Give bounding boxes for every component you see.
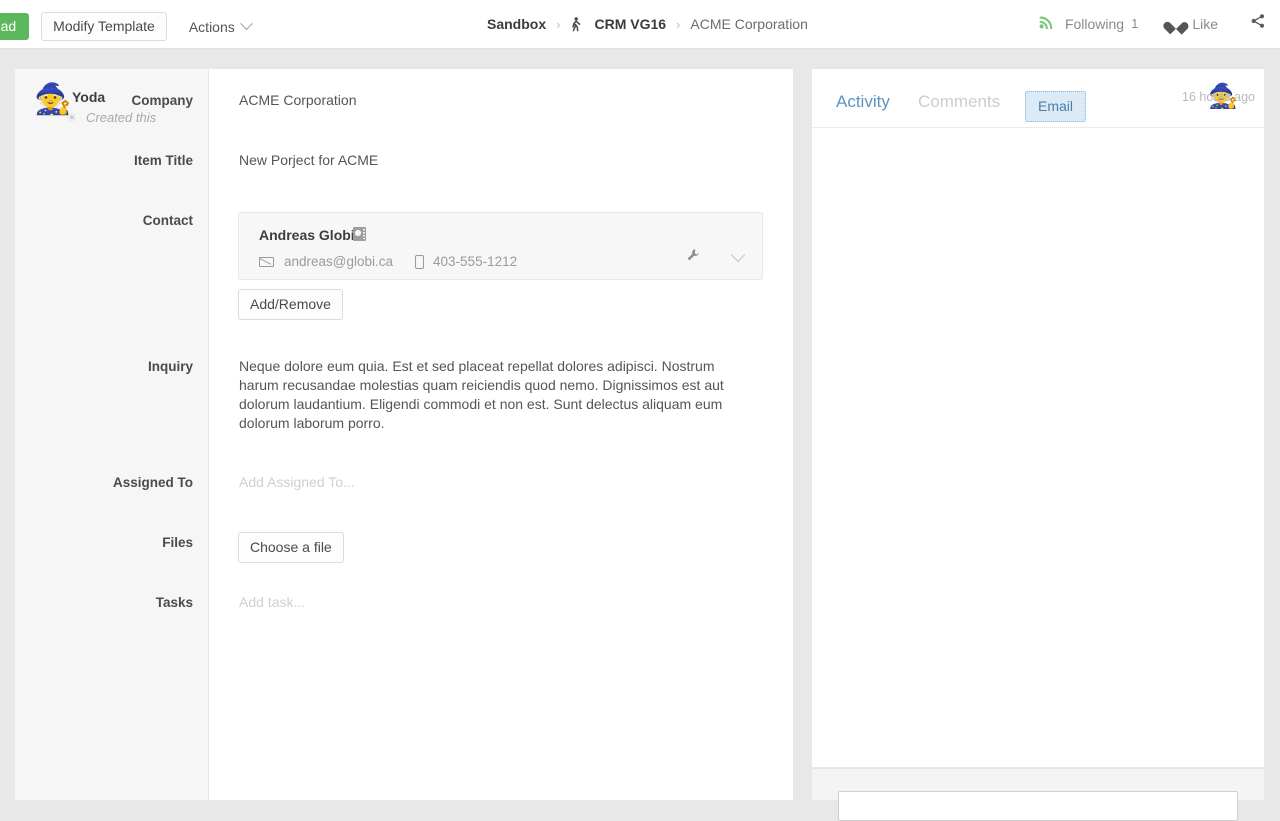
- breadcrumb: Sandbox › CRM VG16 › ACME Corporation: [487, 16, 808, 32]
- assigned-to-input[interactable]: Add Assigned To...: [239, 474, 355, 490]
- tab-email[interactable]: Email: [1025, 91, 1086, 122]
- field-label-contact: Contact: [143, 213, 193, 228]
- contact-name: Andreas Globi: [259, 227, 355, 243]
- contact-phone[interactable]: 403-555-1212: [433, 254, 517, 269]
- activity-item-action: Created this: [86, 110, 156, 125]
- choose-file-button[interactable]: Choose a file: [238, 532, 344, 563]
- field-label-assigned-to: Assigned To: [113, 475, 193, 490]
- field-label-inquiry: Inquiry: [148, 359, 193, 374]
- envelope-icon: [259, 257, 274, 267]
- following-label: Following: [1065, 16, 1124, 32]
- activity-item-timestamp: 16 hours ago: [1182, 90, 1255, 104]
- add-task-input[interactable]: Add task...: [239, 594, 305, 610]
- field-label-files: Files: [162, 535, 193, 550]
- tab-activity[interactable]: Activity: [836, 92, 890, 112]
- tab-comments[interactable]: Comments: [918, 92, 1000, 112]
- actions-menu[interactable]: Actions: [189, 19, 251, 35]
- comment-input[interactable]: [838, 791, 1238, 821]
- modify-template-button[interactable]: Modify Template: [41, 12, 167, 41]
- contact-card[interactable]: Andreas Globi andreas@globi.ca 403-555-1…: [238, 212, 763, 280]
- status-badge[interactable]: Lead: [0, 13, 29, 40]
- breadcrumb-separator: ›: [556, 17, 560, 32]
- field-label-company: Company: [131, 93, 193, 108]
- share-icon: [1250, 13, 1266, 34]
- chevron-down-icon: [240, 17, 253, 30]
- activity-composer-footer: [812, 768, 1264, 800]
- item-title-value[interactable]: New Porject for ACME: [239, 152, 378, 168]
- sun-burst-icon: ☀: [66, 110, 78, 126]
- mobile-phone-icon: [415, 255, 424, 269]
- add-remove-contact-button[interactable]: Add/Remove: [238, 289, 343, 320]
- top-bar: Lead Modify Template Actions Sandbox › C…: [0, 0, 1280, 49]
- breadcrumb-item-current: ACME Corporation: [690, 16, 808, 32]
- inquiry-value[interactable]: Neque dolore eum quia. Est et sed placea…: [239, 357, 749, 433]
- following-count: 1: [1131, 16, 1138, 31]
- contact-details: andreas@globi.ca 403-555-1212: [259, 254, 517, 269]
- like-button[interactable]: Like: [1168, 16, 1218, 32]
- company-value[interactable]: ACME Corporation: [239, 92, 357, 108]
- actions-menu-label: Actions: [189, 19, 235, 35]
- main-form-panel: ACME Corporation New Porject for ACME An…: [209, 69, 793, 800]
- breadcrumb-item-crm[interactable]: CRM VG16: [594, 16, 666, 32]
- wrench-icon[interactable]: [686, 248, 700, 262]
- toolbar-left: Lead Modify Template Actions: [0, 12, 251, 41]
- following-button[interactable]: Following 1: [1039, 14, 1138, 34]
- field-label-item-title: Item Title: [134, 153, 193, 168]
- activity-side-panel: Activity Comments Email 🧙: [812, 69, 1264, 767]
- breadcrumb-separator-2: ›: [676, 17, 680, 32]
- field-label-column: Company Item Title Contact Inquiry Assig…: [15, 69, 209, 800]
- header-actions: Following 1 Like: [1039, 13, 1280, 34]
- contact-expand-chevron-down-icon[interactable]: [731, 248, 745, 262]
- heart-icon: [1168, 17, 1183, 31]
- contact-card-icon[interactable]: [353, 227, 366, 241]
- breadcrumb-item-sandbox[interactable]: Sandbox: [487, 16, 546, 32]
- activity-item-author[interactable]: Yoda: [72, 89, 105, 105]
- contact-email[interactable]: andreas@globi.ca: [284, 254, 393, 269]
- walking-person-icon: [570, 17, 582, 32]
- page-scroll-gutter[interactable]: [1264, 49, 1280, 800]
- like-label: Like: [1192, 16, 1218, 32]
- share-button[interactable]: [1250, 13, 1266, 34]
- rss-signal-icon: [1039, 14, 1056, 34]
- field-label-tasks: Tasks: [156, 595, 193, 610]
